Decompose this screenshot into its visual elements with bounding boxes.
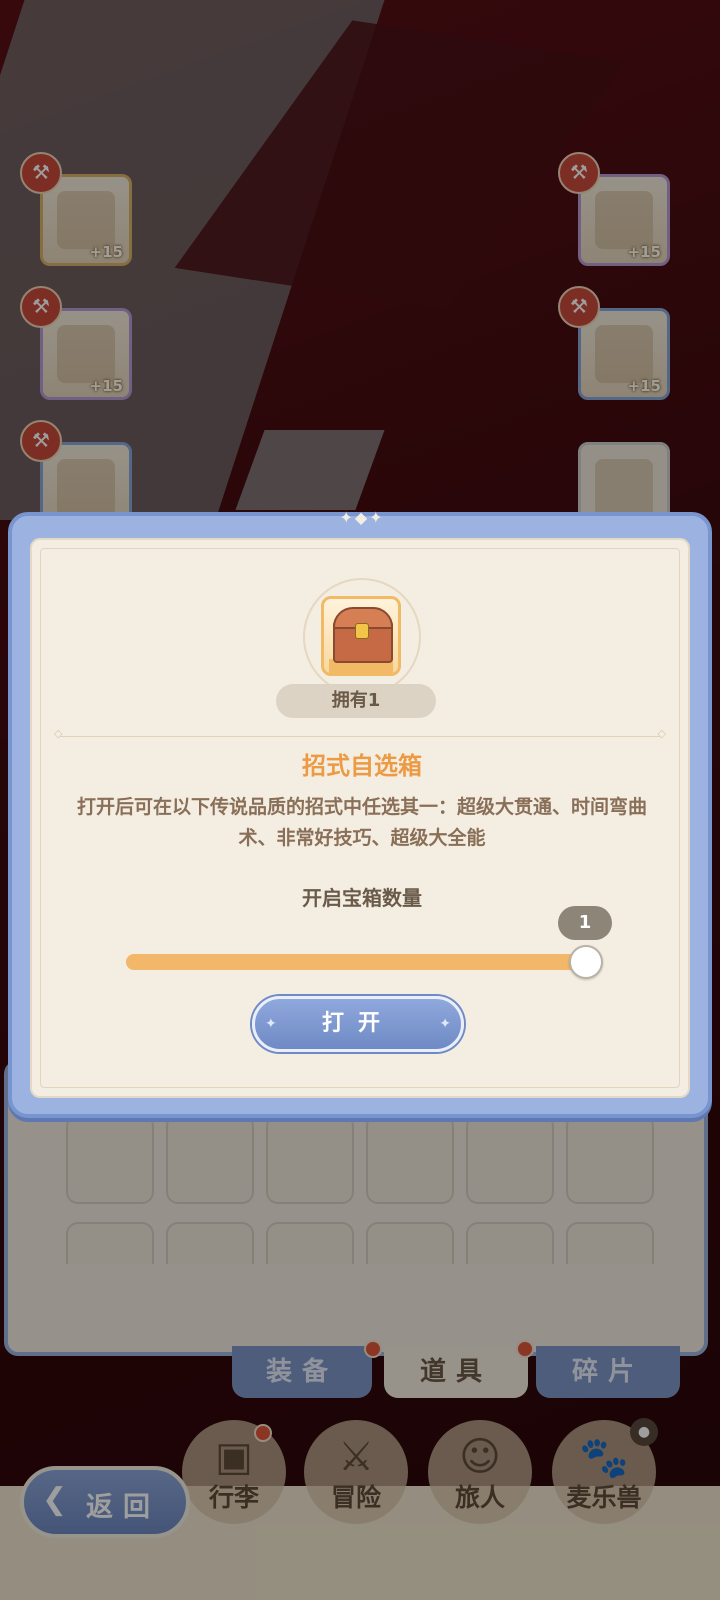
owned-count: 拥有1 xyxy=(276,684,436,718)
item-description: 打开后可在以下传说品质的招式中任选其一：超级大贯通、时间弯曲术、非常好技巧、超级… xyxy=(76,796,647,849)
divider xyxy=(54,727,666,740)
open-button[interactable]: ✦ 打开 ✦ xyxy=(252,996,464,1052)
item-name: 招式自选箱 xyxy=(302,752,422,780)
open-button-label: 打开 xyxy=(321,1011,394,1036)
item-detail-dialog: ✦◆✦ 拥有1 招式自选箱 打开后可在以下传说品质的招式中任选其一：超级大贯通、… xyxy=(8,508,712,1118)
treasure-chest-icon xyxy=(321,596,401,676)
slider-knob[interactable] xyxy=(569,945,603,979)
dialog-body: 拥有1 招式自选箱 打开后可在以下传说品质的招式中任选其一：超级大贯通、时间弯曲… xyxy=(30,538,690,1098)
quantity-value-bubble: 1 xyxy=(558,906,612,940)
quantity-slider[interactable] xyxy=(126,945,603,979)
sparkle-icon: ✦ xyxy=(265,1016,277,1032)
sparkle-icon: ✦ xyxy=(439,1016,451,1032)
ornament: ✦◆✦ xyxy=(339,508,385,527)
slider-fill xyxy=(126,954,586,970)
